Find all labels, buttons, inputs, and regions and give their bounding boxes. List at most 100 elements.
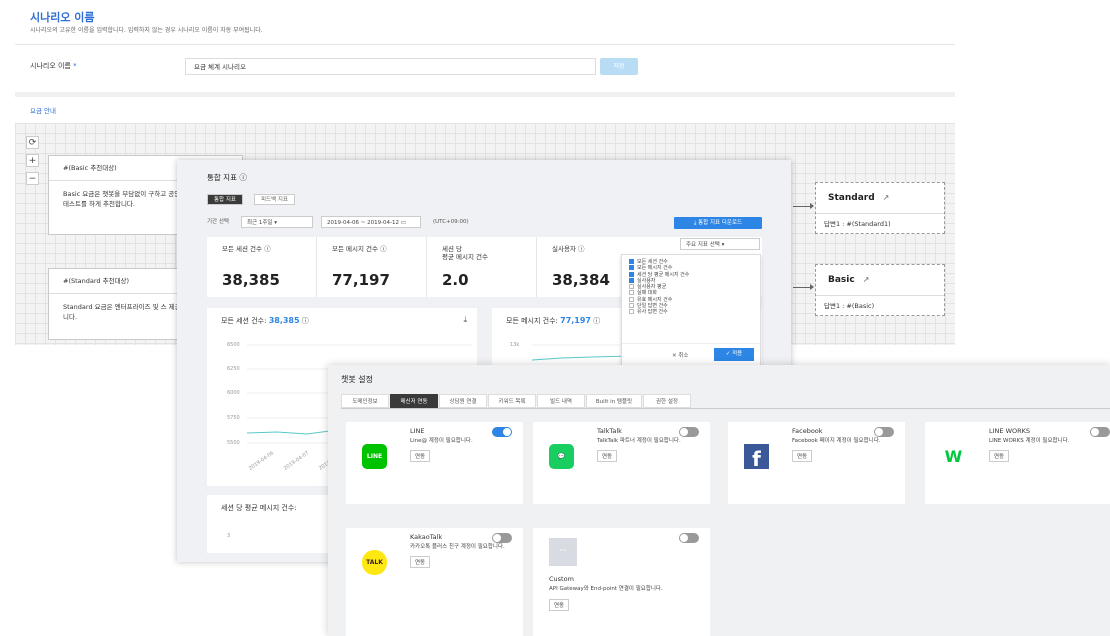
target-node-answer: 답변1 : #(Standard1) [824, 220, 891, 228]
metric-option-label: 실패 대화 [637, 290, 657, 297]
messenger-card: LINE LINE Line@ 계정이 필요합니다. 연동 [346, 422, 523, 504]
external-link-icon[interactable]: ↗ [883, 193, 890, 202]
refresh-icon[interactable]: ⟳ [26, 136, 39, 149]
chatbot-settings-title: 챗봇 설정 [341, 375, 373, 384]
period-select[interactable]: 최근 1주일 ▾ [241, 216, 313, 228]
messenger-name: TalkTalk [597, 427, 622, 435]
connect-button[interactable]: 연동 [549, 599, 570, 611]
metric-label: 모든 세션 건수 ⓘ [222, 245, 271, 253]
enable-toggle[interactable] [1090, 427, 1110, 437]
checkbox[interactable] [629, 309, 634, 315]
kakaotalk-icon: TALK [362, 550, 387, 575]
scenario-description: 시나리오의 고유한 이름을 입력합니다. 입력하지 않는 경우 시나리오 이름이… [30, 27, 263, 34]
messenger-name: LINE WORKS [989, 427, 1031, 435]
metric-card: 모든 세션 건수 ⓘ 38,385 [207, 237, 317, 297]
connect-button[interactable]: 연동 [792, 450, 813, 462]
metric-card: 세션 당 평균 메시지 건수 2.0 [427, 237, 537, 297]
y-tick: 6000 [227, 390, 240, 396]
metric-option-label: 세션 당 평균 메시지 건수 [637, 271, 690, 278]
messenger-name: Custom [549, 575, 574, 583]
target-node-basic[interactable]: Basic ↗ 답변1 : #(Basic) [815, 264, 945, 316]
metric-option-label: 실사용자 [637, 277, 656, 284]
y-tick: 6500 [227, 342, 240, 348]
metric-select-dropdown[interactable]: 주요 지표 선택 ▾ [680, 238, 760, 250]
checkbox[interactable] [629, 290, 634, 296]
settings-tabs: 도메인정보 메신저 연동 상담원 연결 키워드 목록 빌드 내역 Built i… [341, 394, 1110, 409]
connector-arrow [793, 203, 814, 209]
save-button[interactable]: 저장 [600, 58, 638, 75]
date-range-field[interactable]: 2019-04-06 ~ 2019-04-12 ▭ [321, 216, 421, 228]
tab-build-history[interactable]: 빌드 내역 [537, 394, 585, 408]
checkbox[interactable] [629, 296, 634, 302]
tab-keywords[interactable]: 키워드 목록 [488, 394, 536, 408]
messenger-card: TALK KakaoTalk 카카오톡 플러스 친구 계정이 필요합니다. 연동 [346, 528, 523, 636]
talktalk-icon: 💬 [549, 444, 574, 469]
scenario-name-input[interactable]: 요금 체계 시나리오 [185, 58, 596, 75]
y-tick: 6250 [227, 366, 240, 372]
tab-agent-connection[interactable]: 상담원 연결 [439, 394, 487, 408]
checkbox[interactable] [629, 271, 634, 277]
zoom-in-icon[interactable]: + [26, 154, 39, 167]
tab-messenger[interactable]: 메신저 연동 [390, 394, 438, 408]
enable-toggle[interactable] [874, 427, 894, 437]
metric-label: 모든 메시지 건수 ⓘ [332, 245, 387, 253]
scenario-name-label: 시나리오 이름 * [30, 62, 77, 70]
target-node-title: Basic ↗ [816, 265, 944, 296]
messenger-card: ··· Custom API Gateway와 End-point 연결이 필요합니… [533, 528, 710, 636]
checkbox[interactable] [629, 303, 634, 309]
y-tick: 13k [510, 342, 520, 348]
metric-options: 모든 세션 건수 모든 메시지 건수 세션 당 평균 메시지 건수 실사용자 실사용자 … [622, 255, 760, 316]
zoom-out-icon[interactable]: − [26, 172, 39, 185]
metric-value: 2.0 [442, 271, 469, 289]
enable-toggle[interactable] [679, 427, 699, 437]
divider [622, 343, 760, 344]
checkbox[interactable] [629, 284, 634, 290]
period-label: 기간 선택 [207, 219, 229, 225]
checkbox[interactable] [629, 265, 634, 271]
connect-button[interactable]: 연동 [597, 450, 618, 462]
enable-toggle[interactable] [679, 533, 699, 543]
messenger-description: TalkTalk 파트너 계정이 필요합니다. [597, 438, 681, 444]
messenger-card: f Facebook Facebook 페이지 계정이 필요합니다. 연동 [728, 422, 905, 504]
metric-value: 77,197 [332, 271, 390, 289]
messenger-name: KakaoTalk [410, 533, 443, 541]
enable-toggle[interactable] [492, 533, 512, 543]
connect-button[interactable]: 연동 [989, 450, 1010, 462]
pricing-info-link[interactable]: 요금 안내 [30, 105, 56, 115]
external-link-icon[interactable]: ↗ [863, 275, 870, 284]
custom-icon: ··· [549, 538, 577, 566]
messenger-description: API Gateway와 End-point 연결이 필요합니다. [549, 586, 663, 592]
line-icon: LINE [362, 444, 387, 469]
help-icon[interactable]: ⓘ [239, 173, 247, 182]
tab-integrated[interactable]: 통합 지표 [207, 194, 243, 205]
tab-builtin-templates[interactable]: Built in 템플릿 [586, 394, 642, 408]
metric-value: 38,385 [222, 271, 280, 289]
tab-permissions[interactable]: 권한 설정 [643, 394, 691, 408]
divider [15, 92, 955, 97]
download-stats-button[interactable]: ⤓ 통합 지표 다운로드 [674, 217, 762, 229]
messenger-description: LINE WORKS 계정이 필요합니다. [989, 438, 1070, 444]
metric-select-menu: 모든 세션 건수 모든 메시지 건수 세션 당 평균 메시지 건수 실사용자 실사용자 … [621, 254, 761, 368]
connect-button[interactable]: 연동 [410, 450, 431, 462]
enable-toggle[interactable] [492, 427, 512, 437]
metric-option-label: 유사 답변 건수 [637, 309, 668, 316]
checkbox[interactable] [629, 259, 634, 264]
download-icon[interactable]: ⤓ [463, 315, 467, 325]
tab-domain-info[interactable]: 도메인정보 [341, 394, 389, 408]
cancel-button[interactable]: ✕ 취소 [672, 351, 688, 359]
connect-button[interactable]: 연동 [410, 556, 431, 568]
series-line [532, 355, 632, 361]
metric-option[interactable]: 유사 답변 건수 [622, 309, 760, 315]
target-node-standard[interactable]: Standard ↗ 답변1 : #(Standard1) [815, 182, 945, 234]
messenger-description: Facebook 페이지 계정이 필요합니다. [792, 438, 881, 444]
apply-button[interactable]: ✓ 적용 [714, 348, 754, 361]
x-tick: 2019-04-07 [282, 450, 311, 472]
tab-feedback[interactable]: 피드백 지표 [254, 194, 296, 205]
target-node-answer: 답변1 : #(Basic) [824, 302, 875, 310]
checkbox[interactable] [629, 277, 634, 283]
metric-option-label: 모든 메시지 건수 [637, 265, 673, 272]
scenario-title: 시나리오 이름 [30, 11, 95, 24]
facebook-icon: f [744, 444, 769, 471]
messenger-card: 💬 TalkTalk TalkTalk 파트너 계정이 필요합니다. 연동 [533, 422, 710, 504]
messenger-description: Line@ 계정이 필요합니다. [410, 438, 473, 444]
